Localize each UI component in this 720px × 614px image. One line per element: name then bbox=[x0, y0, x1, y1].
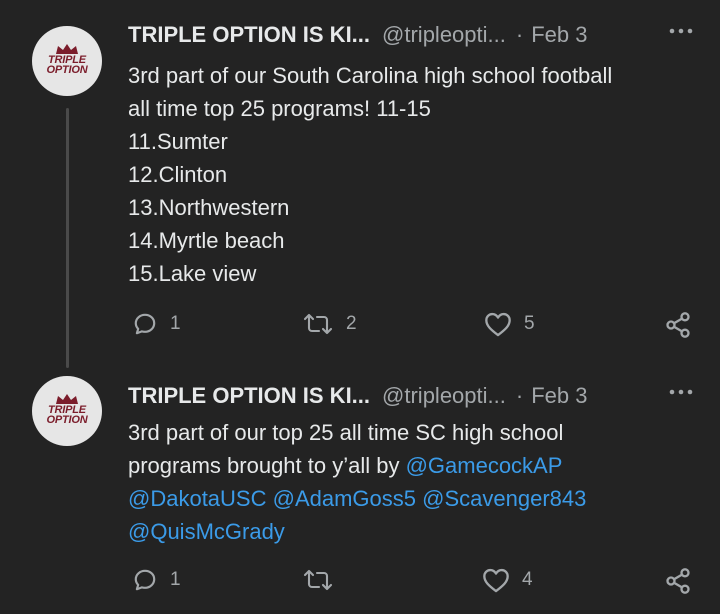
separator-dot: · bbox=[515, 383, 524, 408]
tweet-text-segment: programs brought to y’all by bbox=[128, 453, 406, 478]
avatar-logo-line2: OPTION bbox=[46, 64, 88, 76]
tweet-actions: 1 4 bbox=[128, 567, 698, 597]
mention-link[interactable]: @QuisMcGrady bbox=[128, 519, 285, 544]
tweet-text-line: 14.Myrtle beach bbox=[128, 228, 285, 253]
tweet-text-line: all time top 25 programs! 11-15 bbox=[128, 96, 431, 121]
tweet-text-line: @DakotaUSC @AdamGoss5 @Scavenger843 bbox=[128, 482, 696, 515]
avatar-logo-line2: OPTION bbox=[46, 414, 88, 426]
mention-link[interactable]: @Scavenger843 bbox=[422, 486, 586, 511]
share-button[interactable] bbox=[664, 311, 692, 339]
retweet-button[interactable]: 2 bbox=[302, 311, 357, 337]
tweet-header: TRIPLE OPTION IS KI... @tripleopti... · … bbox=[128, 22, 694, 48]
like-count: 4 bbox=[522, 569, 533, 590]
like-button[interactable]: 4 bbox=[482, 567, 533, 593]
thread-line bbox=[66, 108, 69, 368]
tweet-text-line: 3rd part of our top 25 all time SC high … bbox=[128, 420, 564, 445]
reply-count: 1 bbox=[170, 313, 181, 334]
user-handle[interactable]: @tripleopti... bbox=[382, 383, 506, 409]
tweet-header: TRIPLE OPTION IS KI... @tripleopti... · … bbox=[128, 383, 694, 409]
tweet-text: 3rd part of our top 25 all time SC high … bbox=[128, 416, 696, 548]
tweet-text: 3rd part of our South Carolina high scho… bbox=[128, 59, 696, 290]
tweet-text-line: 15.Lake view bbox=[128, 261, 257, 286]
reply-button[interactable]: 1 bbox=[132, 311, 181, 337]
heart-icon bbox=[485, 312, 511, 337]
tweet[interactable]: TRIPLE OPTION TRIPLE OPTION IS KI... @tr… bbox=[0, 0, 720, 368]
retweet-count: 2 bbox=[346, 313, 357, 334]
tweet-text-line: @QuisMcGrady bbox=[128, 515, 696, 548]
tweet-date[interactable]: Feb 3 bbox=[531, 22, 587, 48]
mention-link[interactable]: @DakotaUSC bbox=[128, 486, 267, 511]
tweet[interactable]: TRIPLE OPTION TRIPLE OPTION IS KI... @tr… bbox=[0, 356, 720, 614]
display-name[interactable]: TRIPLE OPTION IS KI... bbox=[128, 383, 370, 409]
like-count: 5 bbox=[524, 313, 535, 334]
tweet-text-line: 3rd part of our South Carolina high scho… bbox=[128, 63, 613, 88]
heart-icon bbox=[483, 568, 509, 593]
more-icon[interactable] bbox=[668, 26, 694, 36]
retweet-button[interactable] bbox=[302, 567, 346, 593]
tweet-text-line: 13.Northwestern bbox=[128, 195, 290, 220]
avatar[interactable]: TRIPLE OPTION bbox=[32, 376, 102, 446]
tweet-actions: 1 2 5 bbox=[128, 311, 698, 341]
share-button[interactable] bbox=[664, 567, 692, 595]
tweet-text-line: programs brought to y’all by @GamecockAP bbox=[128, 449, 696, 482]
more-icon[interactable] bbox=[668, 387, 694, 397]
separator-dot: · bbox=[515, 22, 524, 47]
display-name[interactable]: TRIPLE OPTION IS KI... bbox=[128, 22, 370, 48]
retweet-icon bbox=[303, 569, 333, 591]
reply-icon bbox=[134, 569, 156, 591]
tweet-date[interactable]: Feb 3 bbox=[531, 383, 587, 409]
share-icon bbox=[666, 568, 690, 594]
user-handle[interactable]: @tripleopti... bbox=[382, 22, 506, 48]
share-icon bbox=[666, 312, 690, 338]
avatar[interactable]: TRIPLE OPTION bbox=[32, 26, 102, 96]
reply-button[interactable]: 1 bbox=[132, 567, 181, 593]
reply-icon bbox=[134, 313, 156, 335]
mention-link[interactable]: @GamecockAP bbox=[406, 453, 563, 478]
tweet-text-line: 11.Sumter bbox=[128, 129, 228, 154]
like-button[interactable]: 5 bbox=[484, 311, 535, 337]
mention-link[interactable]: @AdamGoss5 bbox=[273, 486, 416, 511]
reply-count: 1 bbox=[170, 569, 181, 590]
retweet-icon bbox=[303, 313, 333, 335]
tweet-text-line: 12.Clinton bbox=[128, 162, 228, 187]
